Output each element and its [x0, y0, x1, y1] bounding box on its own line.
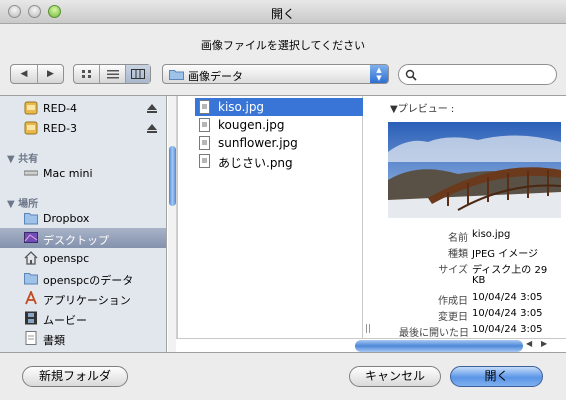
- sidebar-item-label: 書類: [43, 334, 65, 347]
- file-item-kougen[interactable]: kougen.jpg: [195, 116, 363, 134]
- title-bar: 開く: [0, 0, 566, 24]
- info-value-size-unit: KB: [472, 275, 486, 286]
- preview-image: [388, 122, 561, 218]
- folder-icon: [169, 70, 184, 80]
- preview-pane: ▼プレビュー : 名前 kiso.jpg 種類 JPEG イメージ サイズ ディ…: [372, 96, 566, 352]
- info-value-size: ディスク上の 29: [472, 265, 548, 276]
- back-forward-control: ◀ ▶: [10, 64, 64, 84]
- image-file-icon: [199, 154, 210, 168]
- file-item-kiso[interactable]: kiso.jpg: [195, 98, 363, 116]
- preview-heading: ▼プレビュー :: [390, 104, 455, 115]
- computer-icon: [24, 170, 38, 176]
- scroll-right-arrow-icon[interactable]: ▶: [541, 339, 547, 348]
- cancel-button[interactable]: キャンセル: [349, 366, 441, 387]
- open-button[interactable]: 開く: [450, 366, 543, 387]
- info-value-name: kiso.jpg: [472, 229, 511, 240]
- info-value-last-opened: 10/04/24 3:05: [472, 324, 543, 335]
- sidebar-scroll-thumb[interactable]: [169, 146, 176, 206]
- eject-icon[interactable]: [147, 124, 157, 133]
- location-popup[interactable]: 画像データ ▲ ▼: [162, 64, 389, 84]
- sidebar-item-label: ムービー: [43, 314, 87, 327]
- sidebar-scrollbar[interactable]: [168, 96, 177, 352]
- sidebar-item-red-4[interactable]: RED-4: [0, 98, 166, 118]
- sidebar-item-label: Mac mini: [43, 167, 93, 180]
- scroll-left-arrow-icon[interactable]: ◀: [526, 339, 532, 348]
- info-value-kind: JPEG イメージ: [472, 249, 539, 260]
- disk-icon: [24, 101, 38, 115]
- sidebar-item-openspc[interactable]: openspc: [0, 248, 166, 268]
- folder-icon: [24, 213, 38, 225]
- icon-view-button[interactable]: [74, 65, 100, 83]
- icon-view-icon: [81, 70, 91, 78]
- list-view-button[interactable]: [100, 65, 126, 83]
- image-file-icon: [199, 118, 210, 132]
- info-key-name: 名前: [448, 233, 468, 244]
- window-title: 開く: [270, 7, 295, 21]
- sidebar-item-label: openspc: [43, 252, 90, 265]
- view-mode-control: [73, 64, 151, 84]
- info-key-kind: 種類: [448, 249, 468, 260]
- folder-icon: [24, 273, 38, 285]
- sidebar: RED-4 RED-3 ▼ 共有 Mac mini ▼ 場所 Dropbox デ…: [0, 96, 167, 352]
- forward-button[interactable]: ▶: [38, 65, 63, 83]
- back-button[interactable]: ◀: [11, 65, 38, 83]
- desktop-icon: [24, 232, 38, 243]
- info-key-modified: 変更日: [438, 312, 468, 323]
- documents-icon: [25, 331, 37, 345]
- image-file-icon: [199, 136, 210, 150]
- back-arrow-icon: ◀: [20, 69, 28, 79]
- sidebar-item-label: RED-4: [43, 102, 78, 115]
- popup-arrows-icon: ▲ ▼: [370, 65, 388, 83]
- file-item-sunflower[interactable]: sunflower.jpg: [195, 134, 363, 152]
- sidebar-item-movies[interactable]: ムービー: [0, 308, 166, 328]
- home-icon: [24, 251, 38, 265]
- search-field[interactable]: [398, 64, 557, 85]
- column-view-icon: [131, 69, 145, 79]
- sidebar-item-desktop[interactable]: デスクトップ: [0, 228, 166, 248]
- file-column: kiso.jpg kougen.jpg sunflower.jpg あじさい.p…: [177, 96, 371, 352]
- sidebar-item-applications[interactable]: アプリケーション: [0, 288, 166, 308]
- search-icon: [405, 69, 417, 81]
- disclosure-triangle-icon: ▼: [390, 104, 398, 115]
- sidebar-item-dropbox[interactable]: Dropbox: [0, 208, 166, 228]
- list-view-icon: [106, 70, 119, 79]
- info-value-created: 10/04/24 3:05: [472, 292, 543, 303]
- new-folder-button[interactable]: 新規フォルダ: [22, 366, 128, 387]
- sidebar-item-red-3[interactable]: RED-3: [0, 118, 166, 138]
- applications-icon: [25, 291, 37, 305]
- sidebar-item-label: アプリケーション: [43, 294, 131, 307]
- dialog-prompt: 画像ファイルを選択してください: [200, 39, 366, 52]
- sidebar-item-label: Dropbox: [43, 212, 90, 225]
- location-popup-label: 画像データ: [188, 70, 243, 83]
- info-key-size: サイズ: [438, 265, 468, 276]
- info-key-last-opened: 最後に開いた日: [399, 328, 469, 339]
- sidebar-item-mac-mini[interactable]: Mac mini: [0, 163, 166, 183]
- file-browser: RED-4 RED-3 ▼ 共有 Mac mini ▼ 場所 Dropbox デ…: [0, 95, 566, 353]
- horizontal-scrollbar[interactable]: ◀ ▶: [176, 338, 566, 352]
- column-view-button[interactable]: [126, 65, 150, 83]
- sidebar-item-label: openspcのデータ: [43, 274, 134, 287]
- sidebar-item-documents[interactable]: 書類: [0, 328, 166, 348]
- eject-icon[interactable]: [147, 104, 157, 113]
- horizontal-scroll-thumb[interactable]: [355, 340, 523, 352]
- open-dialog: 開く 画像ファイルを選択してください ◀ ▶ 画像データ ▲ ▼ RED-4 R…: [0, 0, 566, 400]
- sidebar-item-label: デスクトップ: [43, 234, 109, 247]
- info-key-created: 作成日: [438, 296, 468, 307]
- image-file-icon: [199, 100, 210, 114]
- forward-arrow-icon: ▶: [47, 69, 54, 79]
- movies-icon: [25, 311, 37, 325]
- file-item-ajisai[interactable]: あじさい.png: [195, 152, 363, 170]
- sidebar-item-label: RED-3: [43, 122, 78, 135]
- disk-icon: [24, 121, 38, 135]
- info-value-modified: 10/04/24 3:05: [472, 308, 543, 319]
- sidebar-item-openspc-data[interactable]: openspcのデータ: [0, 268, 166, 288]
